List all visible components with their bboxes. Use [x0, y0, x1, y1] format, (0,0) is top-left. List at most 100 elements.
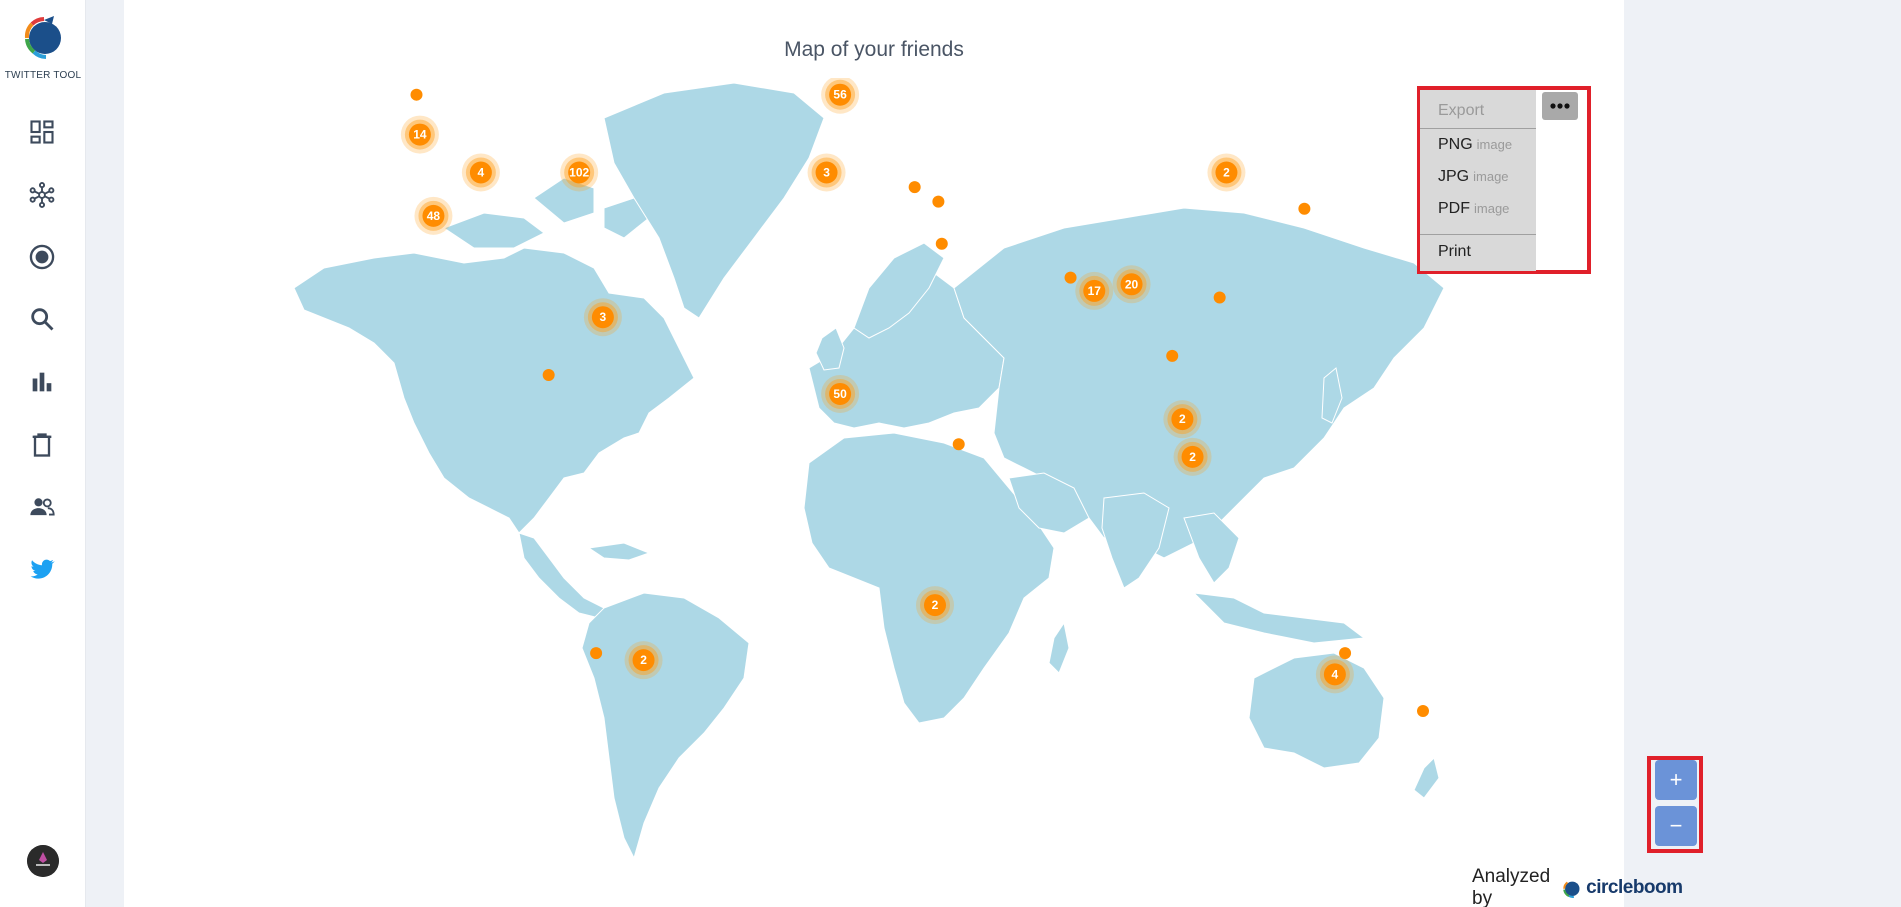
- friend-cluster-10[interactable]: 17: [1075, 271, 1114, 310]
- sidebar-item-network[interactable]: [25, 178, 59, 212]
- friend-cluster-count: 14: [413, 128, 427, 142]
- chart-menu-button[interactable]: [1542, 92, 1578, 120]
- caribbean: [587, 542, 651, 561]
- twitter-tool-logo[interactable]: [18, 12, 68, 62]
- sidebar-item-users[interactable]: [25, 490, 59, 524]
- madagascar: [1048, 621, 1070, 674]
- analyzed-by-credit: Analyzed by circleboom: [1472, 866, 1683, 907]
- sidebar-item-delete[interactable]: [25, 428, 59, 462]
- friend-cluster-0[interactable]: 14: [400, 115, 439, 154]
- friend-cluster-3[interactable]: 102: [560, 153, 599, 192]
- bar-chart-icon: [32, 372, 52, 392]
- friend-cluster-6[interactable]: 3: [807, 153, 846, 192]
- friend-cluster-count: 3: [600, 310, 607, 324]
- export-menu: Export PNG image JPG image PDF image Print: [1420, 90, 1536, 271]
- network-icon: [29, 182, 55, 208]
- main-panel: Map of your friends 14 4 48 102 3 56 3 5…: [124, 0, 1703, 907]
- friend-cluster-count: 4: [1332, 667, 1339, 681]
- trash-icon: [32, 433, 52, 457]
- friend-cluster-12[interactable]: 2: [1207, 153, 1246, 192]
- print-item[interactable]: Print: [1420, 243, 1536, 261]
- friend-cluster-count: 4: [478, 165, 485, 179]
- export-jpg-sub: image: [1473, 169, 1509, 184]
- friend-cluster-11[interactable]: 20: [1112, 265, 1151, 304]
- export-pdf-item[interactable]: PDF image: [1420, 200, 1536, 218]
- friend-cluster-count: 2: [1189, 450, 1196, 464]
- friend-cluster-count: 2: [1179, 412, 1186, 426]
- friend-point-4[interactable]: [908, 181, 921, 194]
- friend-cluster-1[interactable]: 4: [461, 153, 500, 192]
- users-icon: [30, 498, 55, 516]
- friend-cluster-count: 2: [640, 653, 647, 667]
- friend-cluster-count: 2: [1223, 165, 1230, 179]
- friend-cluster-14[interactable]: 2: [1173, 437, 1212, 476]
- friend-cluster-13[interactable]: 2: [1163, 400, 1202, 439]
- friend-point-1[interactable]: [542, 368, 555, 381]
- dashboard-icon: [30, 120, 54, 144]
- zoom-in-button[interactable]: +: [1655, 760, 1697, 800]
- central-america: [518, 532, 605, 619]
- sidebar-item-dashboard[interactable]: [25, 115, 59, 149]
- friend-point-0[interactable]: [410, 88, 423, 101]
- friend-point-2[interactable]: [590, 647, 603, 660]
- export-jpg-label: JPG: [1438, 168, 1470, 185]
- friend-cluster-count: 20: [1125, 277, 1139, 291]
- circleboom-brand: circleboom: [1586, 877, 1683, 898]
- friend-point-5[interactable]: [932, 195, 945, 208]
- friend-cluster-count: 50: [833, 387, 847, 401]
- india: [1101, 492, 1170, 589]
- menu-separator: [1420, 234, 1536, 235]
- friend-cluster-8[interactable]: 2: [916, 586, 954, 625]
- search-icon: [31, 308, 54, 331]
- friend-point-9[interactable]: [1213, 291, 1226, 304]
- friend-point-8[interactable]: [1064, 271, 1077, 284]
- friend-cluster-2[interactable]: 48: [414, 196, 453, 235]
- menu-separator: [1420, 128, 1536, 129]
- friend-cluster-count: 102: [569, 165, 589, 179]
- friend-cluster-4[interactable]: 3: [583, 298, 622, 337]
- export-png-item[interactable]: PNG image: [1420, 136, 1536, 154]
- zoom-out-button[interactable]: −: [1655, 806, 1697, 846]
- export-pdf-label: PDF: [1438, 200, 1470, 217]
- greenland: [603, 82, 825, 319]
- friend-point-6[interactable]: [935, 237, 948, 250]
- south-america: [581, 592, 750, 860]
- more-horizontal-icon: [1550, 103, 1570, 109]
- sidebar-item-twitter[interactable]: [25, 552, 59, 586]
- sidebar-item-analytics[interactable]: [25, 365, 59, 399]
- north-america: [293, 247, 695, 534]
- friend-cluster-15[interactable]: 4: [1315, 655, 1354, 694]
- export-png-sub: image: [1476, 137, 1513, 152]
- analyzed-by-text: Analyzed by: [1472, 866, 1551, 907]
- export-pdf-sub: image: [1474, 201, 1510, 216]
- new-zealand: [1413, 757, 1440, 799]
- export-menu-header: Export: [1438, 102, 1485, 119]
- sidebar: TWITTER TOOL: [0, 0, 86, 907]
- twitter-bird-icon: [30, 559, 55, 579]
- sidebar-item-search[interactable]: [25, 302, 59, 336]
- friend-point-13[interactable]: [1417, 704, 1429, 717]
- friend-cluster-count: 17: [1088, 284, 1102, 298]
- friend-point-7[interactable]: [952, 438, 965, 451]
- user-avatar[interactable]: [27, 845, 59, 877]
- land-masses: [293, 82, 1445, 860]
- circleboom-logo-icon: [1563, 881, 1580, 898]
- friend-cluster-count: 48: [427, 209, 441, 223]
- friend-cluster-count: 2: [932, 598, 939, 612]
- friend-cluster-count: 56: [833, 88, 847, 102]
- friend-cluster-5[interactable]: 56: [821, 78, 860, 114]
- friend-cluster-count: 3: [823, 165, 830, 179]
- export-png-label: PNG: [1438, 136, 1473, 153]
- friend-point-11[interactable]: [1298, 202, 1311, 215]
- friend-cluster-7[interactable]: 50: [821, 374, 860, 413]
- friend-point-10[interactable]: [1166, 349, 1179, 362]
- page-title: Map of your friends: [784, 38, 964, 61]
- export-jpg-item[interactable]: JPG image: [1420, 168, 1536, 186]
- southeast-asia: [1183, 512, 1240, 584]
- indonesia: [1192, 592, 1366, 644]
- sidebar-item-target[interactable]: [25, 240, 59, 274]
- logo-text: TWITTER TOOL: [4, 70, 82, 81]
- world-map[interactable]: 14 4 48 102 3 56 3 50 2 2 17 20 2 2 2 4: [264, 78, 1484, 868]
- target-icon: [29, 244, 55, 270]
- friend-cluster-9[interactable]: 2: [624, 641, 663, 680]
